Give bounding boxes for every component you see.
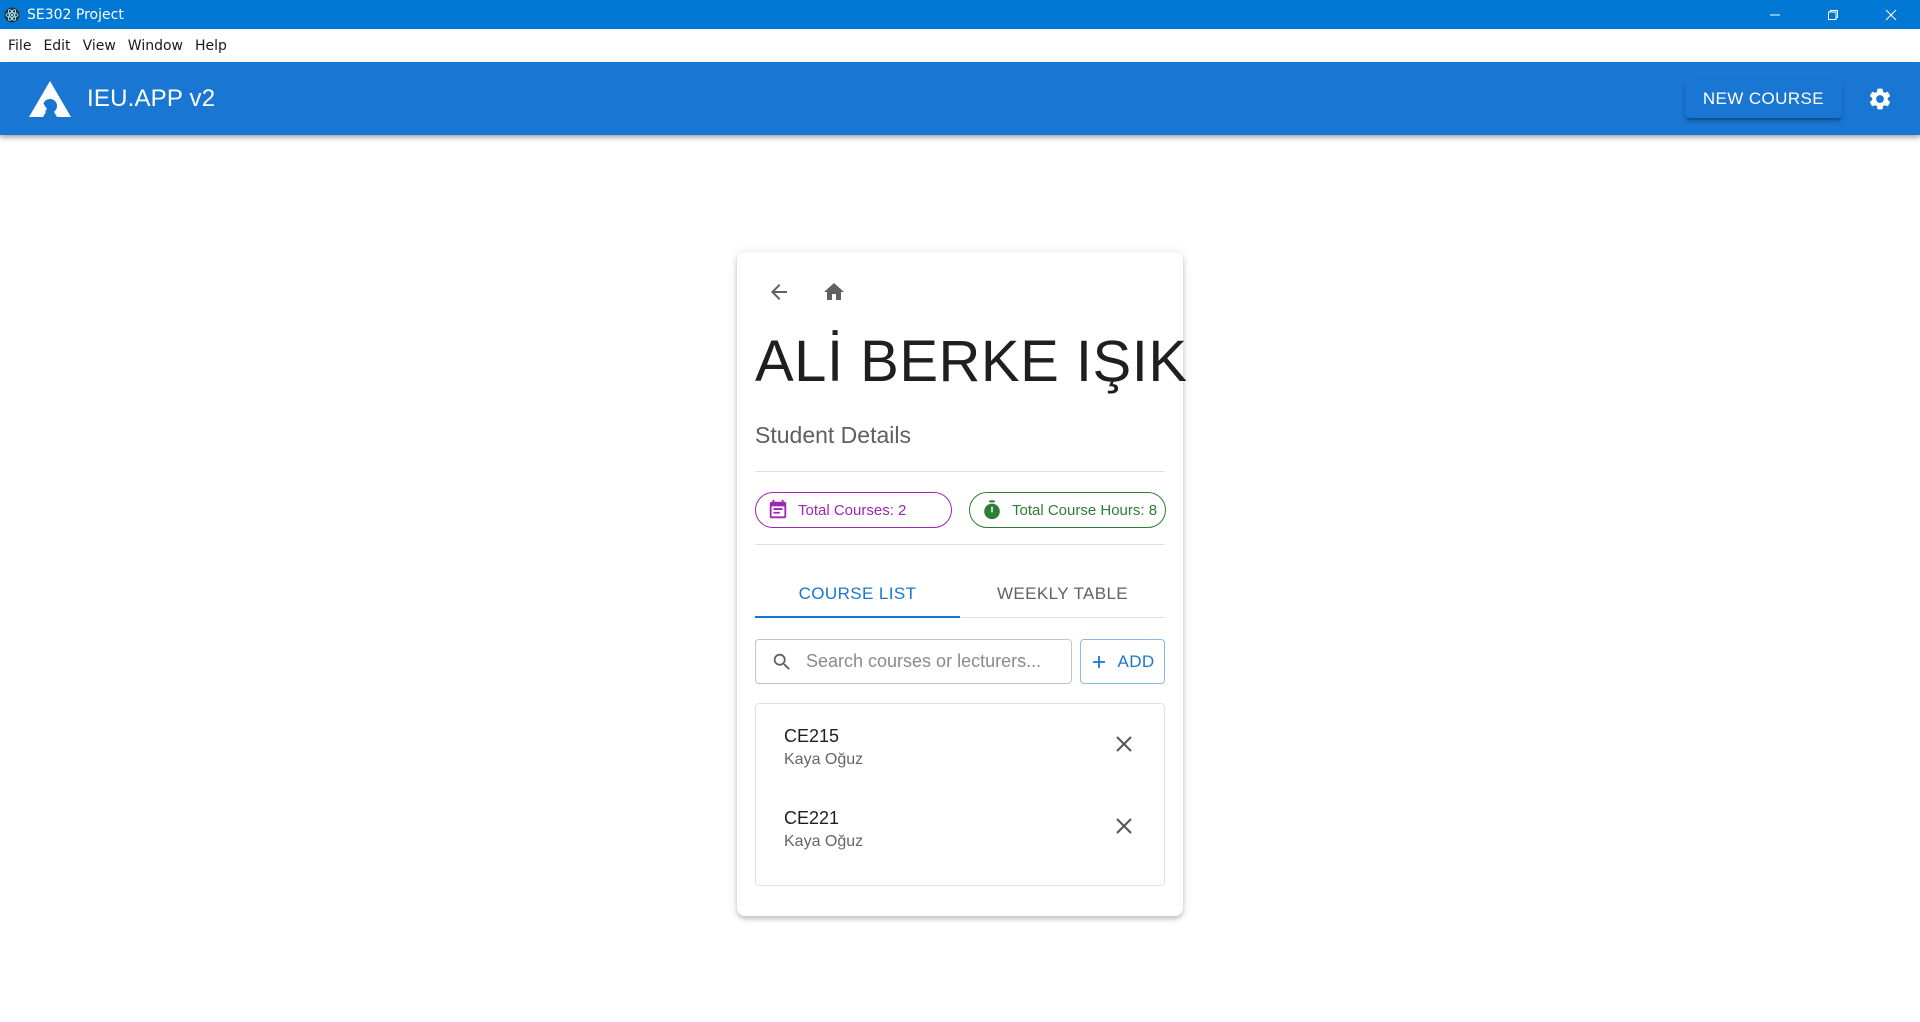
app-bar: IEU.APP v2 NEW COURSE [0,62,1920,135]
calendar-icon [766,498,790,522]
total-hours-label: Total Course Hours: 8 [1012,501,1158,519]
total-courses-chip: Total Courses: 2 [755,492,952,528]
course-lecturer: Kaya Oğuz [784,751,864,768]
menu-view[interactable]: View [77,29,122,62]
tab-weekly-table[interactable]: WEEKLY TABLE [960,570,1165,617]
course-list: CE215 Kaya Oğuz CE221 Kaya Oğuz [755,703,1165,886]
total-hours-chip: Total Course Hours: 8 [969,492,1166,528]
app-brand: IEU.APP v2 [87,84,216,112]
restore-button[interactable] [1804,0,1862,29]
search-input[interactable] [806,651,1056,672]
home-button[interactable] [820,278,848,306]
total-courses-label: Total Courses: 2 [798,501,907,519]
tab-course-list[interactable]: COURSE LIST [755,570,960,617]
gear-icon [1869,88,1891,110]
tab-bar: COURSE LIST WEEKLY TABLE [755,570,1165,618]
app-logo-icon [29,80,71,117]
minimize-icon [1770,14,1780,15]
divider [755,471,1165,472]
student-details-subtitle: Student Details [755,422,911,448]
course-code: CE221 [784,808,840,828]
restore-icon [1828,9,1838,20]
electron-app-icon [3,6,21,24]
settings-button[interactable] [1866,85,1894,113]
student-name: ALİ BERKE IŞIK [755,329,1188,394]
active-tab-indicator [755,616,960,618]
menu-file[interactable]: File [2,29,37,62]
remove-course-button[interactable] [1112,814,1136,838]
window-title: SE302 Project [27,6,124,23]
add-course-button[interactable]: ADD [1080,639,1165,684]
add-button-label: ADD [1117,651,1155,671]
window-titlebar: SE302 Project [0,0,1920,29]
back-button[interactable] [765,278,793,306]
new-course-button[interactable]: NEW COURSE [1684,80,1842,118]
close-icon [1116,736,1132,752]
window-controls [1746,0,1920,29]
course-lecturer: Kaya Oğuz [784,833,864,850]
home-icon [824,283,844,300]
divider [755,544,1165,545]
close-button[interactable] [1862,0,1920,29]
menu-edit[interactable]: Edit [37,29,76,62]
list-item: CE221 Kaya Oğuz [756,786,1164,868]
close-icon [1116,818,1132,834]
course-code: CE215 [784,726,840,746]
remove-course-button[interactable] [1112,732,1136,756]
list-item: CE215 Kaya Oğuz [756,704,1164,786]
arrow-back-icon [771,284,787,300]
minimize-button[interactable] [1746,0,1804,29]
menu-window[interactable]: Window [122,29,189,62]
search-icon [770,650,794,674]
search-field[interactable] [755,639,1072,684]
menu-help[interactable]: Help [189,29,233,62]
close-icon [1885,9,1897,20]
student-details-card: ALİ BERKE IŞIK Student Details Total Cou… [737,252,1187,916]
menu-bar: File Edit View Window Help [0,29,1920,62]
timer-icon [980,498,1004,522]
plus-icon [1090,653,1108,671]
